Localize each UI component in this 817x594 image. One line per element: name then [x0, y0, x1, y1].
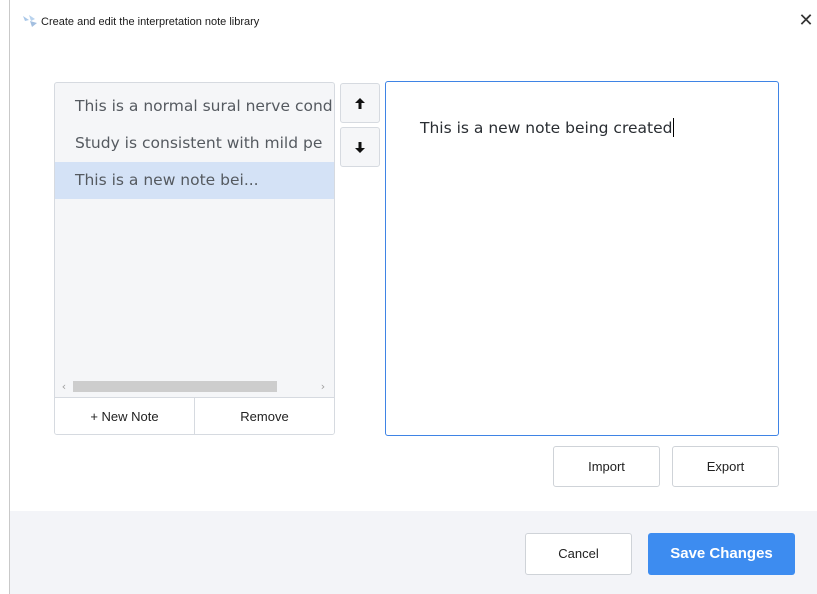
note-text[interactable]: This is a new note being created [420, 118, 675, 137]
cancel-button[interactable]: Cancel [525, 533, 632, 575]
save-changes-button[interactable]: Save Changes [648, 533, 795, 575]
arrow-down-icon [355, 138, 365, 157]
window-title: Create and edit the interpretation note … [41, 16, 260, 28]
text-caret [673, 118, 675, 137]
note-text-content: This is a new note being created [420, 119, 673, 137]
scroll-left-icon[interactable]: ‹ [57, 378, 71, 395]
close-icon[interactable]: ✕ [794, 8, 817, 34]
horizontal-scrollbar[interactable]: ‹ › [55, 378, 334, 395]
list-item[interactable]: This is a normal sural nerve cond [55, 88, 334, 125]
import-button[interactable]: Import [553, 446, 660, 487]
dialog-footer: Cancel Save Changes [10, 511, 817, 594]
note-editor[interactable]: This is a new note being created [385, 81, 779, 436]
notes-list: This is a normal sural nerve cond Study … [55, 83, 334, 199]
list-item-selected[interactable]: This is a new note bei... [55, 162, 334, 199]
arrow-up-icon [355, 94, 365, 113]
app-logo-icon [22, 13, 38, 27]
move-down-button[interactable] [340, 127, 380, 167]
export-button[interactable]: Export [672, 446, 779, 487]
remove-button[interactable]: Remove [194, 398, 334, 434]
new-note-button[interactable]: + New Note [55, 398, 194, 434]
list-item[interactable]: Study is consistent with mild pe [55, 125, 334, 162]
notes-list-panel: This is a normal sural nerve cond Study … [54, 82, 335, 435]
move-up-button[interactable] [340, 83, 380, 123]
list-button-bar: + New Note Remove [55, 397, 334, 434]
title-bar: Create and edit the interpretation note … [10, 0, 817, 40]
note-library-dialog: Create and edit the interpretation note … [9, 0, 817, 594]
scroll-thumb[interactable] [73, 381, 277, 392]
scroll-right-icon[interactable]: › [316, 378, 330, 395]
